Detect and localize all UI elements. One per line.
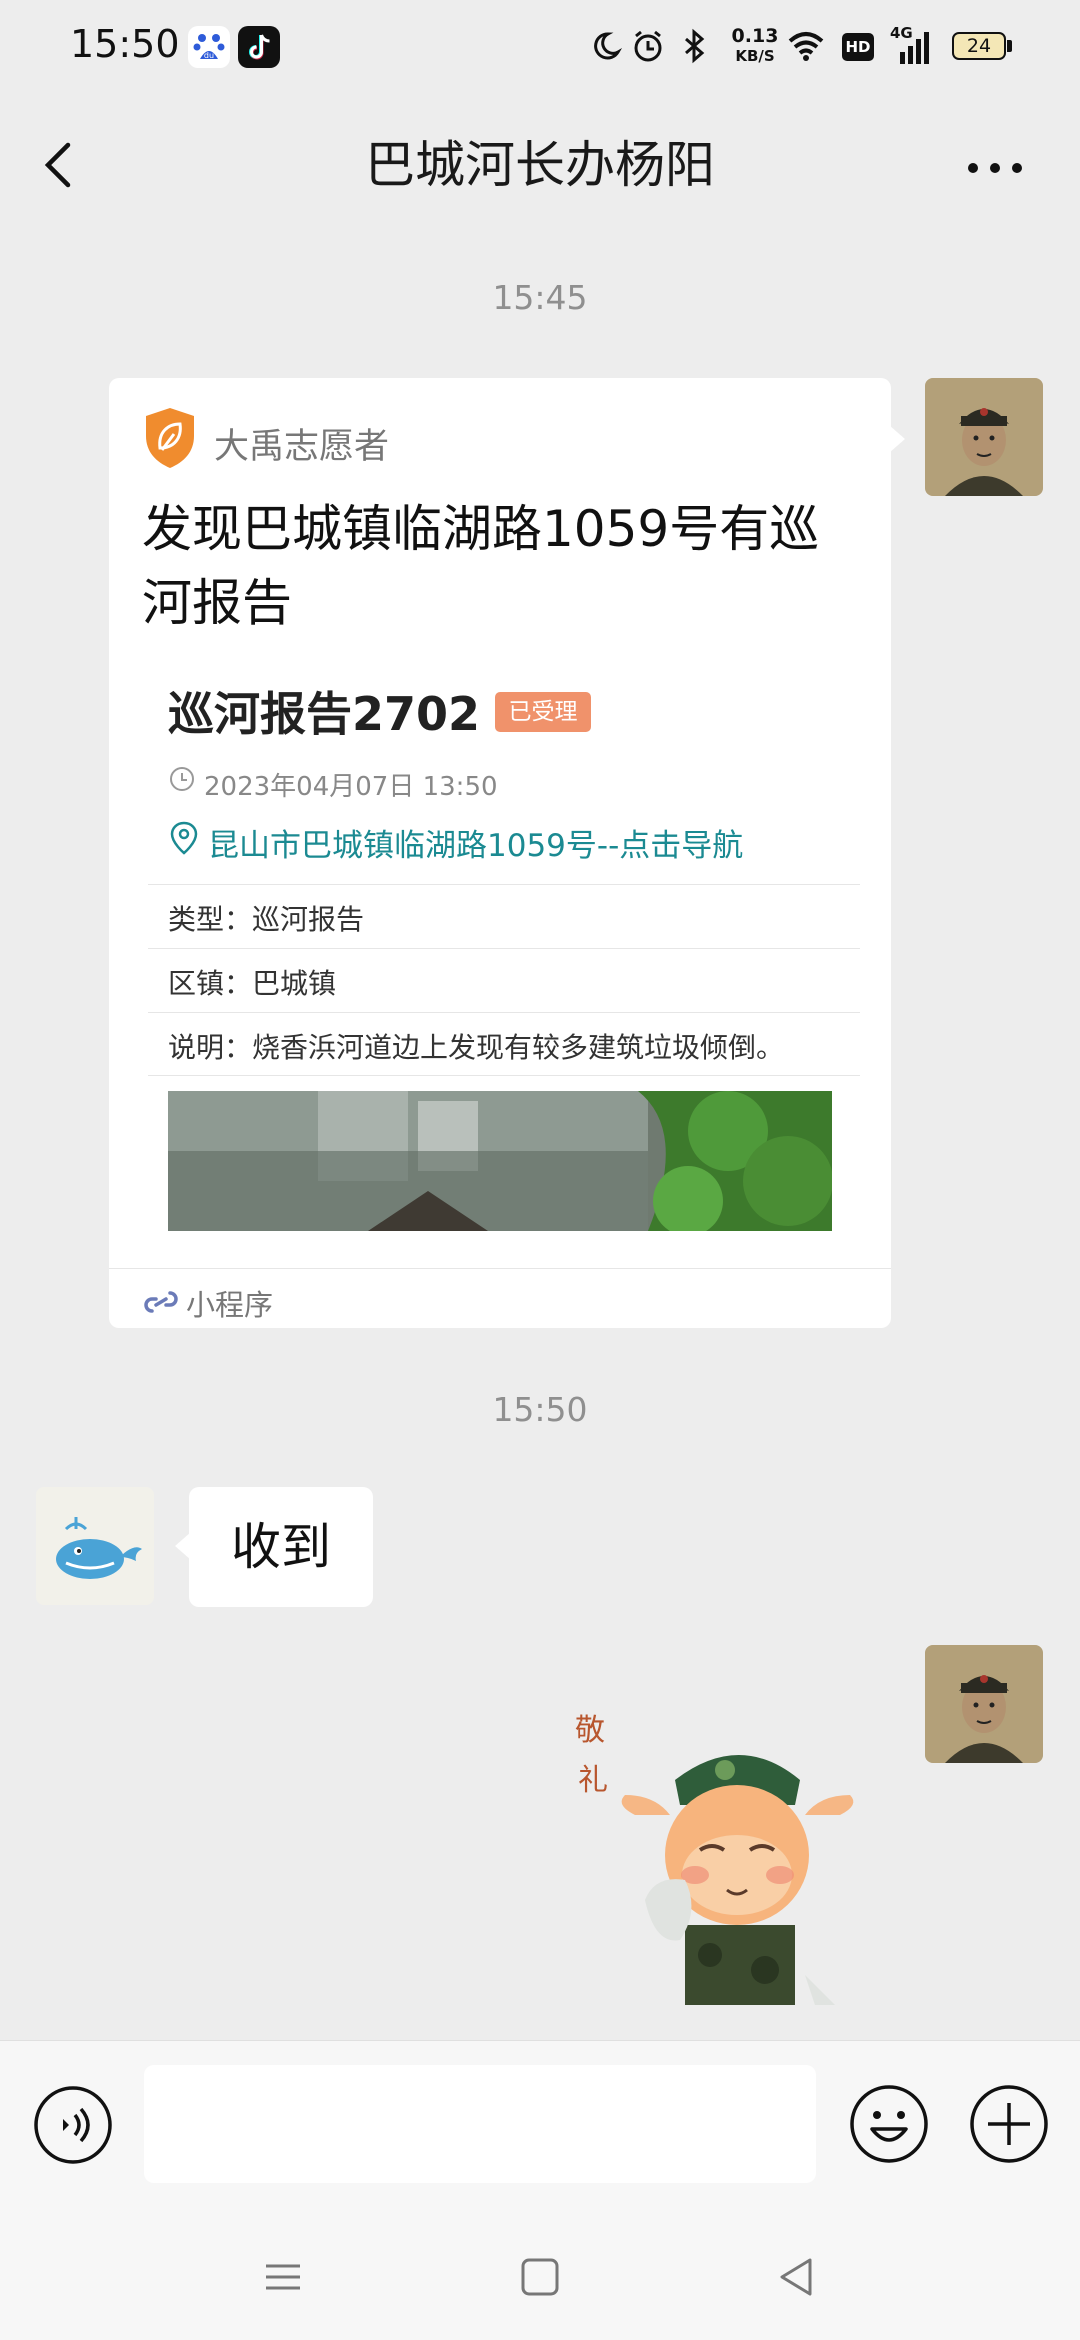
voice-button[interactable] [33,2085,113,2165]
home-icon[interactable] [515,2252,565,2302]
card-footer-divider [109,1268,891,1269]
voice-icon [34,2086,112,2164]
whale-drawing-image [36,1487,154,1605]
plus-icon [970,2085,1048,2163]
divider [148,1012,860,1013]
mini-program-icon [144,1285,178,1319]
card-title: 发现巴城镇临湖路1059号有巡河报告 [142,500,820,632]
back-triangle-icon[interactable] [772,2252,822,2302]
district-value: 巴城镇 [252,967,337,1000]
type-label: 类型 [168,903,225,936]
card-source-name: 大禹志愿者 [214,427,390,467]
plus-button[interactable] [968,2083,1050,2165]
sticker-caption-1: 敬 [575,1713,605,1748]
hd-badge: HD [842,33,874,61]
emoji-button[interactable] [848,2083,930,2165]
soldier-portrait-image [925,1645,1043,1763]
wifi-icon [786,26,826,70]
info-row-type: 类型：巡河报告 [168,898,860,938]
district-label: 区镇 [168,967,225,1000]
contact-avatar[interactable] [36,1487,154,1605]
description-value: 烧香浜河道边上发现有较多建筑垃圾倾倒。 [252,1031,785,1064]
report-datetime: 2023年04月07日 13:50 [204,772,498,802]
timestamp: 15:45 [492,278,588,317]
info-row-description: 说明：烧香浜河道边上发现有较多建筑垃圾倾倒。 [168,1026,860,1066]
message-input[interactable] [144,2065,816,2183]
colon: ： [224,967,253,1000]
colon: ： [224,1031,253,1064]
back-button[interactable] [30,130,90,200]
net-speed-unit: KB/S [735,47,775,65]
net-speed-value: 0.13 [731,25,779,47]
report-title: 巡河报告2702 [168,687,481,741]
tiktok-icon [238,26,280,68]
soldier-portrait-image [925,378,1043,496]
shield-leaf-icon [142,406,198,470]
received-message-bubble[interactable]: 收到 [189,1487,373,1607]
alarm-icon [628,26,668,70]
network-speed: 0.13 KB/S [720,26,790,66]
sticker-caption-2: 礼 [578,1763,608,1798]
baidu-icon: du [188,26,230,68]
divider [148,948,860,949]
menu-icon[interactable] [258,2252,308,2302]
report-photo[interactable] [168,1091,832,1231]
divider [148,1075,860,1076]
colon: ： [224,903,253,936]
description-label: 说明 [168,1031,225,1064]
bubble-arrow [889,425,905,453]
type-value: 巡河报告 [252,903,365,936]
battery-indicator: 24 [952,32,1006,60]
status-badge: 已受理 [495,692,591,732]
info-row-district: 区镇：巴城镇 [168,962,860,1002]
location-link[interactable]: 昆山市巴城镇临湖路1059号--点击导航 [208,820,743,865]
clock-icon [168,765,196,793]
emoji-icon [850,2085,928,2163]
battery-tip [1007,40,1012,52]
signal-icon [894,28,934,72]
status-time: 15:50 [70,22,180,66]
more-button[interactable] [960,140,1030,190]
my-avatar[interactable] [925,378,1043,496]
my-avatar[interactable] [925,1645,1043,1763]
chat-title: 巴城河长办杨阳 [365,136,715,194]
timestamp: 15:50 [492,1390,588,1429]
back-icon [44,142,71,188]
moon-icon [584,26,624,70]
bluetooth-icon [674,26,714,70]
more-icon [968,163,1022,173]
battery-level: 24 [966,35,992,57]
mini-program-label: 小程序 [186,1288,274,1322]
location-pin-icon [168,820,200,858]
divider [148,884,860,885]
svg-text:du: du [204,51,214,60]
sticker-saluting-deer[interactable] [615,1725,860,2005]
